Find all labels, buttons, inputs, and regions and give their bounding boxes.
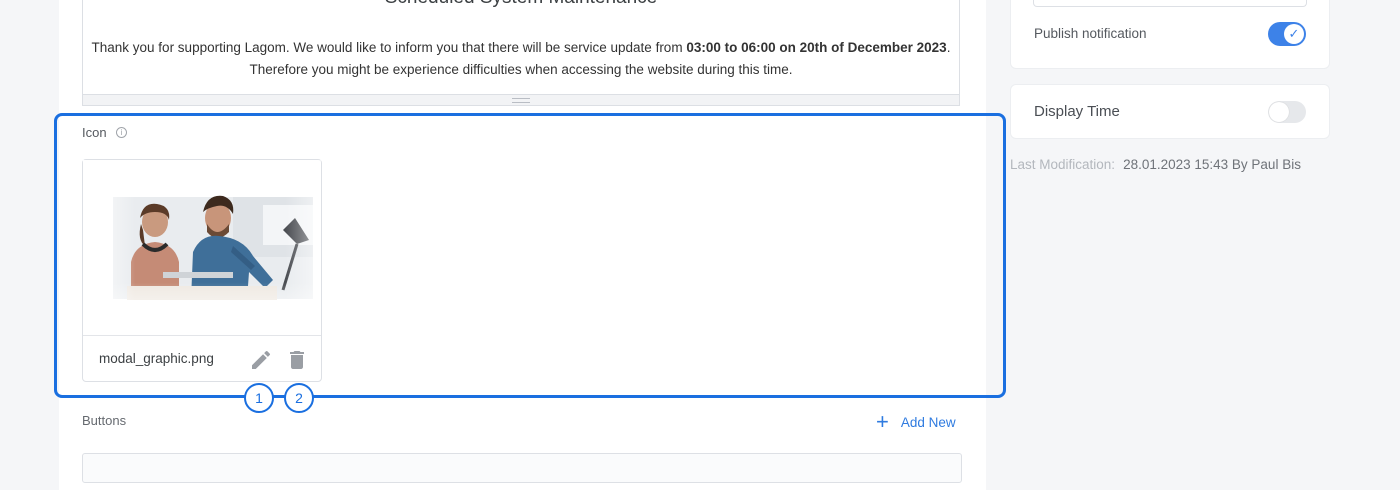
- editor-resize-handle[interactable]: [83, 94, 959, 105]
- icon-field-label: Icon: [82, 125, 107, 140]
- publish-notification-toggle[interactable]: ✓: [1268, 22, 1306, 46]
- last-modification: Last Modification: 28.01.2023 15:43 By Pa…: [1010, 157, 1301, 172]
- callout-badge-1: 1: [244, 383, 274, 413]
- last-modification-value: 28.01.2023 15:43 By Paul Bis: [1123, 157, 1301, 172]
- file-name: modal_graphic.png: [99, 351, 214, 366]
- editor-bold-text: 03:00 to 06:00 on 20th of December 2023: [686, 40, 947, 55]
- sidebar-input-field[interactable]: [1033, 0, 1307, 7]
- callout-badge-2: 2: [284, 383, 314, 413]
- button-item-row[interactable]: [82, 453, 962, 483]
- trash-icon: [290, 351, 304, 369]
- display-time-card: Display Time: [1010, 84, 1330, 139]
- add-new-label: Add New: [900, 414, 956, 430]
- delete-file-button[interactable]: [285, 348, 309, 372]
- buttons-section-label: Buttons: [82, 413, 127, 428]
- check-icon: ✓: [1284, 24, 1304, 44]
- last-modification-label: Last Modification:: [1010, 157, 1116, 172]
- editor-body: Thank you for supporting Lagom. We would…: [91, 37, 951, 81]
- file-card-footer: modal_graphic.png: [83, 335, 321, 381]
- display-time-label: Display Time: [1034, 103, 1120, 120]
- message-editor[interactable]: Scheduled System Maintenance Thank you f…: [82, 0, 960, 106]
- pencil-icon: [252, 350, 271, 369]
- display-time-toggle[interactable]: [1268, 101, 1306, 123]
- editor-title: Scheduled System Maintenance: [83, 0, 959, 9]
- grip-icon: [512, 98, 530, 103]
- info-icon[interactable]: i: [116, 127, 127, 138]
- add-new-button[interactable]: + Add New: [876, 409, 956, 434]
- editor-text-1: Thank you for supporting Lagom. We would…: [91, 40, 687, 55]
- publish-card: Publish notification ✓: [1010, 0, 1330, 69]
- file-preview-image: [83, 160, 321, 335]
- uploaded-file-card: modal_graphic.png: [82, 159, 322, 382]
- edit-file-button[interactable]: [249, 348, 273, 372]
- plus-icon: +: [876, 409, 889, 434]
- toggle-knob: [1269, 102, 1289, 122]
- publish-notification-label: Publish notification: [1034, 26, 1147, 41]
